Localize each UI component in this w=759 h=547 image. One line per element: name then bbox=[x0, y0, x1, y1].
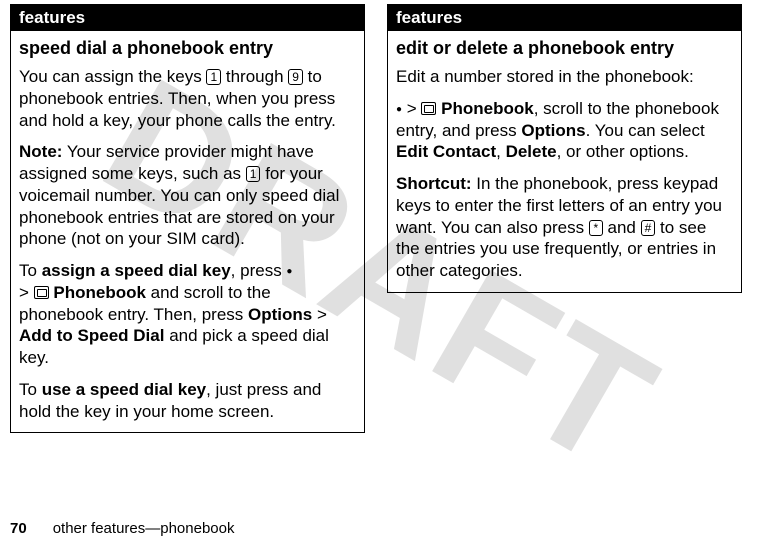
page-footer: 70 other features—phonebook bbox=[10, 520, 234, 537]
right-shortcut-paragraph: Shortcut: In the phonebook, press keypad… bbox=[396, 173, 733, 282]
phonebook-label: Phonebook bbox=[441, 99, 534, 118]
right-column: features edit or delete a phonebook entr… bbox=[387, 4, 742, 433]
two-column-layout: features speed dial a phonebook entry Yo… bbox=[0, 4, 759, 433]
text: . You can select bbox=[586, 121, 705, 140]
gt-icon: > bbox=[407, 99, 422, 118]
phonebook-icon bbox=[34, 286, 49, 299]
text: > bbox=[312, 305, 327, 324]
left-use-paragraph: To use a speed dial key, just press and … bbox=[19, 379, 356, 423]
keycap-star-icon: * bbox=[589, 220, 603, 236]
options-label: Options bbox=[248, 305, 312, 324]
text: , bbox=[496, 142, 505, 161]
right-body: edit or delete a phonebook entry Edit a … bbox=[388, 31, 741, 292]
text: through bbox=[221, 67, 288, 86]
text: To bbox=[19, 380, 42, 399]
shortcut-label: Shortcut: bbox=[396, 174, 472, 193]
edit-contact-label: Edit Contact bbox=[396, 142, 496, 161]
left-paragraph-1: You can assign the keys 1 through 9 to p… bbox=[19, 66, 356, 131]
page-number: 70 bbox=[10, 520, 27, 537]
left-title: speed dial a phonebook entry bbox=[19, 37, 356, 60]
assign-bold: assign a speed dial key bbox=[42, 261, 231, 280]
phonebook-label: Phonebook bbox=[53, 283, 146, 302]
text: and bbox=[603, 218, 641, 237]
keycap-1-icon: 1 bbox=[206, 69, 221, 85]
note-label: Note: bbox=[19, 142, 62, 161]
left-column: features speed dial a phonebook entry Yo… bbox=[10, 4, 365, 433]
right-paragraph-2: ● > Phonebook, scroll to the phonebook e… bbox=[396, 98, 733, 163]
left-header: features bbox=[11, 5, 364, 31]
center-key-icon: ● bbox=[286, 266, 292, 277]
text: You can assign the keys bbox=[19, 67, 206, 86]
add-speed-dial-label: Add to Speed Dial bbox=[19, 326, 164, 345]
section-title: other features—phonebook bbox=[53, 520, 235, 537]
delete-label: Delete bbox=[506, 142, 557, 161]
left-note-paragraph: Note: Your service provider might have a… bbox=[19, 141, 356, 250]
center-key-icon: ● bbox=[396, 104, 402, 115]
right-feature-box: features edit or delete a phonebook entr… bbox=[387, 4, 742, 293]
left-body: speed dial a phonebook entry You can ass… bbox=[11, 31, 364, 432]
options-label: Options bbox=[521, 121, 585, 140]
use-bold: use a speed dial key bbox=[42, 380, 206, 399]
right-title: edit or delete a phonebook entry bbox=[396, 37, 733, 60]
gt-icon: > bbox=[19, 283, 34, 302]
phonebook-icon bbox=[421, 102, 436, 115]
text: , press bbox=[231, 261, 287, 280]
right-header: features bbox=[388, 5, 741, 31]
keycap-hash-icon: # bbox=[641, 220, 656, 236]
text: To bbox=[19, 261, 42, 280]
right-paragraph-1: Edit a number stored in the phonebook: bbox=[396, 66, 733, 88]
text: , or other options. bbox=[557, 142, 689, 161]
keycap-9-icon: 9 bbox=[288, 69, 303, 85]
left-assign-paragraph: To assign a speed dial key, press ● > Ph… bbox=[19, 260, 356, 369]
page: DRAFT features speed dial a phonebook en… bbox=[0, 0, 759, 547]
keycap-1-icon: 1 bbox=[246, 166, 261, 182]
left-feature-box: features speed dial a phonebook entry Yo… bbox=[10, 4, 365, 433]
